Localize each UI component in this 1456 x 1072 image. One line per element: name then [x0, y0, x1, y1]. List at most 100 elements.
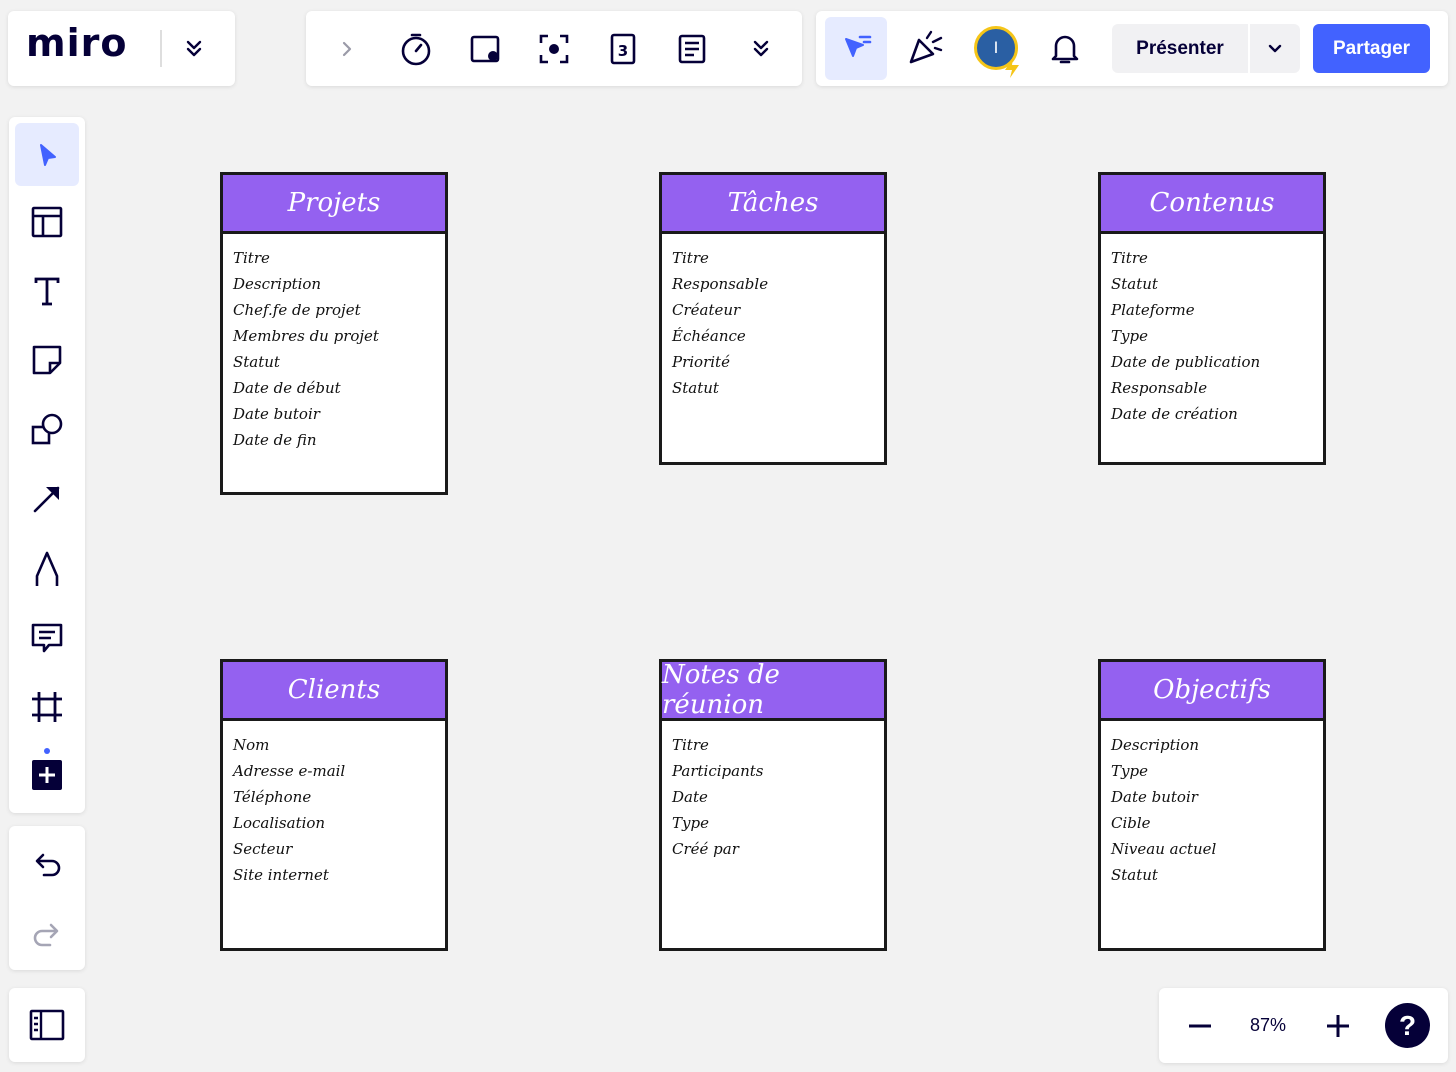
card-fields: Titre Participants Date Type Créé par	[662, 721, 884, 862]
card-fields: Nom Adresse e-mail Téléphone Localisatio…	[223, 721, 445, 888]
chevron-double-down-icon	[186, 40, 202, 57]
card-field: Type	[1111, 762, 1148, 780]
zoom-out-icon	[1189, 1024, 1211, 1028]
undo-button[interactable]	[23, 840, 71, 888]
present-group: Présenter	[1112, 24, 1300, 73]
avatar-initial: I	[993, 38, 999, 57]
add-apps-button[interactable]	[23, 751, 71, 799]
card-field: Niveau actuel	[1111, 840, 1217, 858]
card-objectifs[interactable]: Objectifs Description Type Date butoir C…	[1098, 659, 1326, 951]
notifications-button[interactable]	[1041, 24, 1089, 72]
notes-button[interactable]	[668, 25, 716, 73]
zoom-in-button[interactable]	[1314, 1002, 1362, 1050]
zoom-in-icon	[1327, 1015, 1349, 1037]
celebrate-button[interactable]	[901, 24, 949, 72]
card-field: Date de création	[1111, 405, 1238, 423]
pen-tool[interactable]	[23, 545, 71, 593]
notes-icon	[678, 34, 706, 64]
arrow-tool[interactable]	[23, 475, 71, 523]
card-field: Statut	[672, 379, 719, 397]
zoom-level[interactable]: 87%	[1239, 988, 1297, 1063]
focus-button[interactable]	[530, 25, 578, 73]
card-title: Clients	[223, 662, 445, 721]
card-field: Titre	[672, 736, 709, 754]
card-field: Plateforme	[1111, 301, 1195, 319]
card-field: Créé par	[672, 840, 739, 858]
card-title: Contenus	[1101, 175, 1323, 234]
card-field: Date butoir	[233, 405, 320, 423]
frame-icon	[32, 692, 62, 722]
arrow-icon	[33, 486, 60, 513]
card-field: Responsable	[1111, 379, 1208, 397]
text-tool[interactable]	[23, 267, 71, 315]
card-title: Objectifs	[1101, 662, 1323, 721]
voting-button[interactable]: 3	[599, 25, 647, 73]
card-field: Type	[672, 814, 709, 832]
card-button[interactable]	[461, 25, 509, 73]
comment-tool[interactable]	[23, 614, 71, 662]
card-field: Statut	[1111, 275, 1158, 293]
zoom-panel: 87% ?	[1159, 988, 1448, 1063]
collaboration-tools-panel: 3	[306, 11, 802, 86]
card-field: Échéance	[672, 327, 746, 345]
redo-button[interactable]	[23, 910, 71, 958]
logo-panel: miro	[8, 11, 235, 86]
card-field: Date de publication	[1111, 353, 1261, 371]
text-icon	[34, 277, 60, 306]
card-field: Description	[233, 275, 322, 293]
history-panel	[9, 826, 85, 970]
card-field: Cible	[1111, 814, 1151, 832]
divider	[160, 30, 162, 67]
pen-icon	[35, 551, 59, 586]
miro-logo[interactable]: miro	[26, 21, 127, 65]
undo-icon	[35, 853, 61, 877]
chevron-right-icon	[342, 41, 352, 57]
card-field: Créateur	[672, 301, 741, 319]
share-button[interactable]: Partager	[1313, 24, 1430, 73]
card-title: Projets	[223, 175, 445, 234]
card-contenus[interactable]: Contenus Titre Statut Plateforme Type Da…	[1098, 172, 1326, 465]
present-button[interactable]: Présenter	[1112, 24, 1248, 73]
more-tools-button[interactable]	[737, 25, 785, 73]
card-icon	[470, 35, 500, 63]
sticky-note-tool[interactable]	[23, 336, 71, 384]
card-field: Titre	[1111, 249, 1148, 267]
expand-tools-button[interactable]	[323, 25, 371, 73]
board-list-button[interactable]	[23, 1001, 71, 1049]
card-field: Date	[672, 788, 708, 806]
card-field: Secteur	[233, 840, 293, 858]
present-options-button[interactable]	[1250, 24, 1300, 73]
card-field: Responsable	[672, 275, 769, 293]
card-fields: Titre Description Chef.fe de projet Memb…	[223, 234, 445, 453]
card-field: Titre	[672, 249, 709, 267]
card-field: Adresse e-mail	[233, 762, 346, 780]
redo-icon	[33, 923, 59, 947]
card-field: Date de début	[233, 379, 341, 397]
board-menu-button[interactable]	[170, 25, 218, 73]
cursor-reactions-icon	[845, 35, 872, 57]
chevron-double-down-icon	[753, 40, 769, 57]
help-button[interactable]: ?	[1385, 1003, 1430, 1048]
comment-icon	[31, 623, 63, 653]
card-fields: Description Type Date butoir Cible Nivea…	[1101, 721, 1323, 888]
zoom-out-button[interactable]	[1176, 1002, 1224, 1050]
shapes-tool[interactable]	[23, 405, 71, 453]
cursor-reactions-button[interactable]	[825, 17, 887, 80]
frame-tool[interactable]	[23, 683, 71, 731]
card-notes-de-reunion[interactable]: Notes de réunion Titre Participants Date…	[659, 659, 887, 951]
boards-panel	[9, 988, 85, 1062]
card-taches[interactable]: Tâches Titre Responsable Créateur Échéan…	[659, 172, 887, 465]
svg-text:3: 3	[618, 42, 628, 60]
card-field: Type	[1111, 327, 1148, 345]
card-fields: Titre Statut Plateforme Type Date de pub…	[1101, 234, 1323, 427]
share-panel: I Présenter Partager	[816, 11, 1448, 86]
select-tool[interactable]	[15, 123, 79, 186]
voting-icon: 3	[610, 33, 636, 65]
card-field: Priorité	[672, 353, 730, 371]
timer-button[interactable]	[392, 25, 440, 73]
templates-tool[interactable]	[23, 198, 71, 246]
card-clients[interactable]: Clients Nom Adresse e-mail Téléphone Loc…	[220, 659, 448, 951]
card-title: Notes de réunion	[662, 660, 884, 721]
card-projets[interactable]: Projets Titre Description Chef.fe de pro…	[220, 172, 448, 495]
templates-icon	[31, 206, 63, 238]
